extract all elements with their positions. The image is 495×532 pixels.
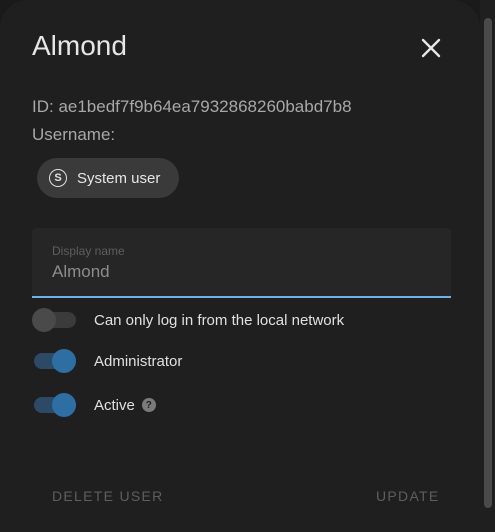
user-id-text: ID: ae1bedf7f9b64ea7932868260babd7b8 xyxy=(32,97,352,116)
username-text: Username: xyxy=(32,125,116,144)
display-name-value[interactable]: Almond xyxy=(52,262,110,282)
system-user-chip: S System user xyxy=(37,158,179,198)
administrator-switch[interactable] xyxy=(32,348,78,374)
active-label: Active xyxy=(94,396,135,414)
user-detail-dialog: Almond ID: ae1bedf7f9b64ea7932868260babd… xyxy=(0,0,480,532)
scrollbar-track[interactable] xyxy=(480,0,495,532)
close-button[interactable] xyxy=(414,31,448,65)
help-icon[interactable]: ? xyxy=(141,398,156,412)
switch-thumb xyxy=(32,308,56,332)
display-name-field[interactable]: Display name Almond xyxy=(32,228,451,298)
dialog-title: Almond xyxy=(32,30,127,61)
scrollbar-thumb[interactable] xyxy=(484,18,492,508)
system-user-icon: S xyxy=(49,169,67,187)
update-button[interactable]: UPDATE xyxy=(376,488,440,504)
switch-thumb xyxy=(52,393,76,417)
administrator-row: Administrator xyxy=(32,346,182,376)
chip-label: System user xyxy=(77,169,161,187)
switch-thumb xyxy=(52,349,76,373)
delete-user-button[interactable]: DELETE USER xyxy=(52,488,164,504)
active-row: Active ? xyxy=(32,390,156,420)
close-icon xyxy=(421,38,441,58)
active-switch[interactable] xyxy=(32,392,78,418)
display-name-label: Display name xyxy=(52,244,125,258)
local-network-row: Can only log in from the local network xyxy=(32,305,344,335)
administrator-label: Administrator xyxy=(94,352,183,370)
local-network-switch[interactable] xyxy=(32,307,78,333)
local-network-label: Can only log in from the local network xyxy=(94,311,345,329)
field-underline xyxy=(32,296,451,298)
